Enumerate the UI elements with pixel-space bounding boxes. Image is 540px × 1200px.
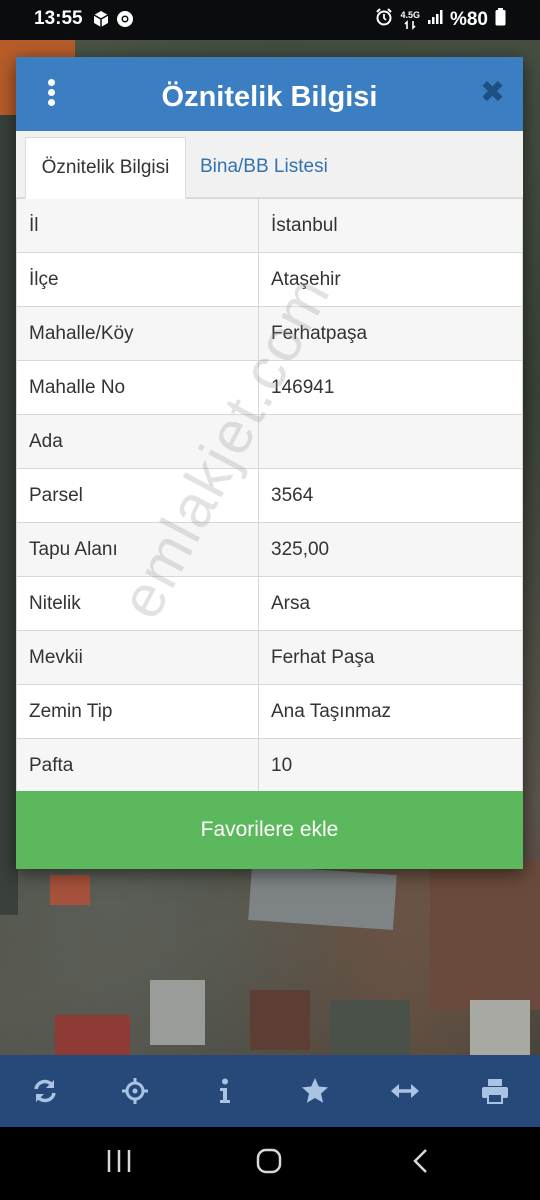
- system-nav-bar: [0, 1127, 540, 1200]
- table-row: Tapu Alanı 325,00: [16, 522, 523, 577]
- close-icon[interactable]: ✖: [480, 77, 505, 109]
- dialog-title: Öznitelik Bilgisi: [161, 81, 378, 113]
- tab-building-list[interactable]: Bina/BB Listesi: [188, 137, 340, 197]
- home-icon[interactable]: [255, 1147, 283, 1180]
- map-building: [150, 980, 205, 1045]
- locate-icon[interactable]: [110, 1066, 160, 1116]
- table-row: Mevkii Ferhat Paşa: [16, 630, 523, 685]
- map-building: [55, 1015, 130, 1055]
- table-row: Nitelik Arsa: [16, 576, 523, 631]
- row-value: Ana Taşınmaz: [258, 684, 523, 739]
- battery-icon: [495, 8, 506, 32]
- attribute-table: İl İstanbul İlçe Ataşehir Mahalle/Köy Ferha…: [16, 198, 523, 793]
- row-value: 325,00: [258, 522, 523, 577]
- row-key: Pafta: [16, 738, 259, 793]
- row-value: İstanbul: [258, 198, 523, 253]
- network-type: 4.5G: [400, 9, 420, 20]
- attribute-dialog: Öznitelik Bilgisi ✖ Öznitelik Bilgisi Bi…: [16, 57, 523, 869]
- row-key: Mahalle/Köy: [16, 306, 259, 361]
- table-row: Mahalle No 146941: [16, 360, 523, 415]
- row-value: Arsa: [258, 576, 523, 631]
- row-key: Parsel: [16, 468, 259, 523]
- battery-percent: %80: [449, 9, 488, 30]
- table-row: İl İstanbul: [16, 198, 523, 253]
- row-key: Mahalle No: [16, 360, 259, 415]
- map-building: [250, 990, 310, 1050]
- row-value: 10: [258, 738, 523, 793]
- signal-icon: [427, 9, 443, 31]
- status-bar: 13:55 4.5G %80: [0, 0, 540, 40]
- row-key: İlçe: [16, 252, 259, 307]
- box-icon: [92, 10, 110, 33]
- map-area: [330, 1000, 410, 1055]
- table-row: İlçe Ataşehir: [16, 252, 523, 307]
- row-key: Tapu Alanı: [16, 522, 259, 577]
- alarm-icon: [375, 8, 393, 32]
- row-value: Ferhat Paşa: [258, 630, 523, 685]
- row-value: [258, 414, 523, 469]
- add-favorite-button[interactable]: Favorilere ekle: [16, 791, 523, 869]
- data-arrows-icon: 4.5G: [400, 9, 420, 30]
- status-time: 13:55: [34, 8, 83, 29]
- back-icon[interactable]: [410, 1147, 430, 1180]
- map-building: [470, 1000, 530, 1055]
- row-key: Ada: [16, 414, 259, 469]
- row-key: Mevkii: [16, 630, 259, 685]
- row-value: Ataşehir: [258, 252, 523, 307]
- row-value: Ferhatpaşa: [258, 306, 523, 361]
- map-toolbar: [0, 1055, 540, 1127]
- row-value: 146941: [258, 360, 523, 415]
- map-building: [50, 875, 90, 905]
- recents-icon[interactable]: [106, 1147, 132, 1180]
- print-icon[interactable]: [470, 1066, 520, 1116]
- row-key: Zemin Tip: [16, 684, 259, 739]
- map-building: [248, 865, 397, 930]
- table-row: Parsel 3564: [16, 468, 523, 523]
- table-row: Pafta 10: [16, 738, 523, 793]
- map-building: [430, 860, 540, 1010]
- measure-icon[interactable]: [380, 1066, 430, 1116]
- chrome-icon: [116, 10, 134, 33]
- star-icon[interactable]: [290, 1066, 340, 1116]
- table-row: Mahalle/Köy Ferhatpaşa: [16, 306, 523, 361]
- table-row: Ada: [16, 414, 523, 469]
- row-key: İl: [16, 198, 259, 253]
- info-icon[interactable]: [200, 1066, 250, 1116]
- refresh-icon[interactable]: [20, 1066, 70, 1116]
- tab-attribute-info[interactable]: Öznitelik Bilgisi: [25, 137, 186, 199]
- table-row: Zemin Tip Ana Taşınmaz: [16, 684, 523, 739]
- dialog-tabs: Öznitelik Bilgisi Bina/BB Listesi: [16, 131, 523, 199]
- row-key: Nitelik: [16, 576, 259, 631]
- dialog-header: Öznitelik Bilgisi ✖: [16, 57, 523, 131]
- row-value: 3564: [258, 468, 523, 523]
